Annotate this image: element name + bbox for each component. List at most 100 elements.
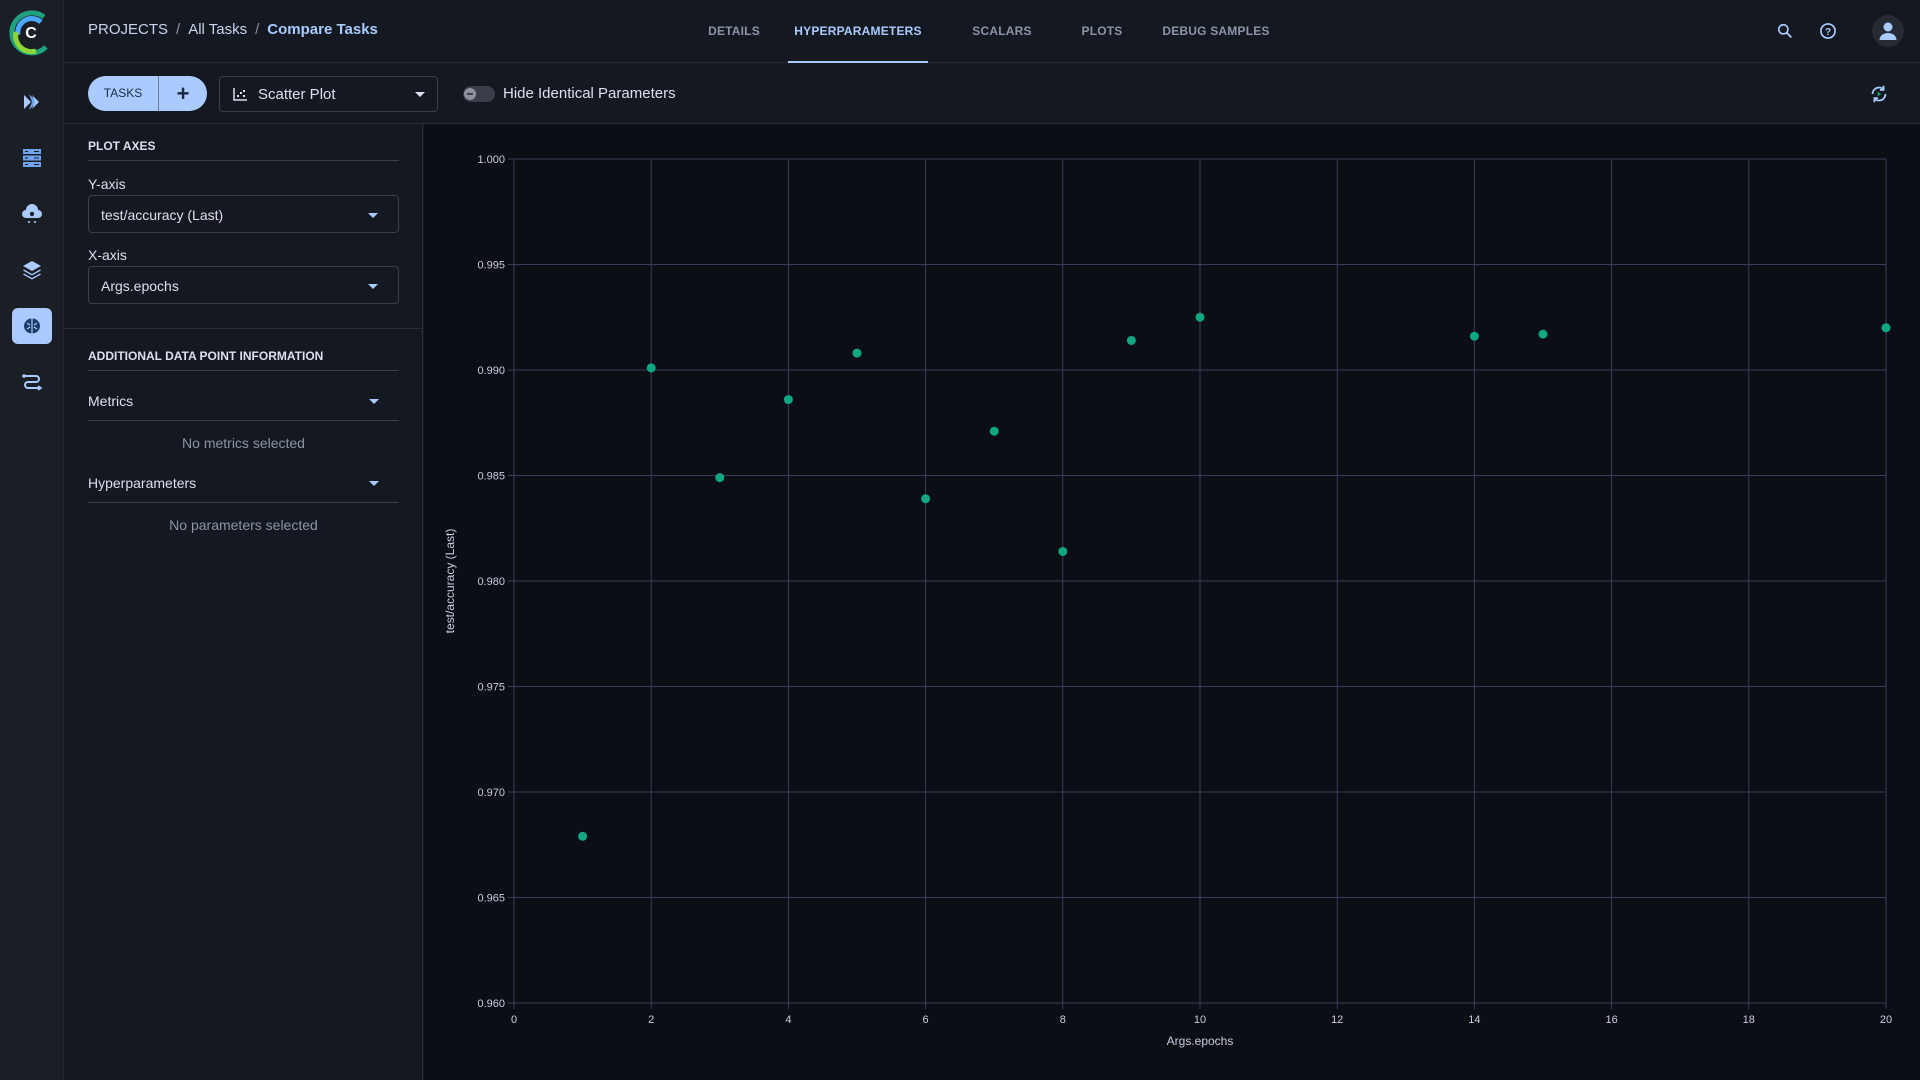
scatter-point	[1881, 323, 1891, 333]
x-tick-labels: 0 2 4 6 8 10 12 14 16 18 20	[511, 1014, 1892, 1026]
hide-identical-label: Hide Identical Parameters	[503, 85, 676, 102]
user-avatar-icon	[1879, 22, 1897, 40]
sidebar-item-datasets[interactable]	[12, 140, 52, 176]
tab-debug-samples[interactable]: DEBUG SAMPLES	[1160, 0, 1272, 63]
x-axis-value: Args.epochs	[101, 278, 179, 294]
tab-details[interactable]: DETAILS	[696, 0, 772, 63]
help-button[interactable]: ?	[1816, 19, 1840, 43]
plot-type-value: Scatter Plot	[258, 85, 336, 103]
divider	[88, 370, 399, 371]
additional-info-title: ADDITIONAL DATA POINT INFORMATION	[88, 349, 324, 363]
x-tick-label: 12	[1331, 1014, 1343, 1026]
metrics-label: Metrics	[88, 393, 134, 409]
brain-experiments-icon	[24, 318, 40, 334]
scatter-plot-area: 0.960 0.965 0.970 0.975 0.980 0.985 0.990 0.995…	[424, 124, 1920, 1080]
x-tick-label: 16	[1605, 1014, 1617, 1026]
y-tick-label: 0.965	[477, 893, 505, 905]
add-task-button[interactable]: +	[159, 76, 207, 111]
tab-scalars[interactable]: SCALARS	[964, 0, 1040, 63]
x-tick-label: 20	[1880, 1014, 1892, 1026]
sidebar-item-pipelines[interactable]	[12, 84, 52, 120]
clearml-logo[interactable]: C	[6, 7, 56, 57]
top-header: PROJECTS / All Tasks / Compare Tasks DET…	[64, 0, 1920, 63]
tasks-button[interactable]: TASKS	[88, 76, 159, 111]
x-axis-select[interactable]: Args.epochs	[88, 266, 399, 304]
sidebar-item-experiments[interactable]	[12, 308, 52, 344]
datasets-server-icon	[23, 149, 41, 167]
scatter-point	[783, 395, 793, 405]
metrics-empty-note: No metrics selected	[182, 435, 305, 451]
y-axis-value: test/accuracy (Last)	[101, 207, 224, 223]
logo-letter: C	[25, 25, 37, 42]
hyperparameters-label: Hyperparameters	[88, 475, 197, 491]
y-axis-title: test/accuracy (Last)	[443, 529, 457, 634]
y-tick-label: 0.980	[477, 576, 505, 588]
y-tick-label: 0.990	[477, 365, 505, 377]
scatter-point	[578, 831, 588, 841]
sidebar-item-models[interactable]	[12, 252, 52, 288]
search-button[interactable]	[1773, 19, 1797, 43]
scatter-point	[989, 426, 999, 436]
scatter-point	[646, 363, 656, 373]
sidebar-item-workflows[interactable]	[12, 364, 52, 400]
x-tick-label: 14	[1468, 1014, 1480, 1026]
user-avatar[interactable]	[1872, 15, 1904, 47]
chevron-down-icon	[368, 284, 378, 289]
toggle-knob	[464, 88, 476, 100]
x-tick-label: 2	[648, 1014, 654, 1026]
scatter-point	[1058, 546, 1068, 556]
y-tick-label: 0.975	[477, 682, 505, 694]
auto-refresh-button[interactable]	[1868, 83, 1890, 105]
settings-panel: PLOT AXES Y-axis test/accuracy (Last) X-…	[64, 124, 423, 1080]
x-tick-label: 10	[1194, 1014, 1206, 1026]
x-tick-label: 0	[511, 1014, 517, 1026]
hide-identical-toggle[interactable]	[463, 86, 495, 102]
tab-hyperparameters[interactable]: HYPERPARAMETERS	[788, 0, 928, 63]
y-tick-label: 1.000	[477, 154, 505, 166]
sidebar: C	[0, 0, 64, 1080]
orchestration-cloud-icon	[22, 204, 42, 223]
breadcrumb-compare-tasks: Compare Tasks	[267, 21, 378, 38]
search-icon	[1777, 23, 1792, 38]
y-axis-select[interactable]: test/accuracy (Last)	[88, 195, 399, 233]
plot-type-select[interactable]: Scatter Plot	[219, 76, 438, 112]
breadcrumb: PROJECTS / All Tasks / Compare Tasks	[88, 21, 378, 38]
scatter-point	[1469, 331, 1479, 341]
breadcrumb-separator: /	[176, 21, 181, 38]
scatter-point	[1126, 335, 1136, 345]
hyperparameters-accordion[interactable]: Hyperparameters	[88, 463, 399, 503]
scatter-point	[921, 494, 931, 504]
y-axis-label: Y-axis	[88, 176, 126, 192]
breadcrumb-separator: /	[255, 21, 260, 38]
y-tick-label: 0.960	[477, 998, 505, 1010]
chevron-down-icon	[415, 92, 425, 97]
metrics-accordion[interactable]: Metrics	[88, 381, 399, 421]
workflow-route-icon	[22, 374, 43, 391]
compare-toolbar: TASKS + Scatter Plot Hide Identical Para…	[64, 63, 1920, 124]
refresh-play-icon	[1871, 85, 1887, 103]
chevron-down-icon	[368, 213, 378, 218]
hyperparameters-empty-note: No parameters selected	[169, 517, 318, 533]
pipelines-arrow-icon	[24, 94, 39, 110]
breadcrumb-projects[interactable]: PROJECTS	[88, 21, 168, 38]
scatter-point	[852, 348, 862, 358]
scatter-chart[interactable]: 0.960 0.965 0.970 0.975 0.980 0.985 0.990 0.995…	[424, 124, 1920, 1080]
data-points	[578, 312, 1891, 841]
y-tick-label: 0.985	[477, 471, 505, 483]
plus-icon: +	[176, 80, 190, 106]
tab-plots[interactable]: PLOTS	[1070, 0, 1134, 63]
layers-icon	[23, 261, 41, 280]
x-axis-title: Args.epochs	[1167, 1034, 1234, 1048]
section-divider	[64, 328, 423, 329]
breadcrumb-all-tasks[interactable]: All Tasks	[188, 21, 247, 38]
y-tick-label: 0.970	[477, 787, 505, 799]
chevron-down-icon	[369, 399, 379, 404]
chevron-down-icon	[369, 481, 379, 486]
scatter-point	[1538, 329, 1548, 339]
sidebar-item-orchestration[interactable]	[12, 196, 52, 232]
plot-axes-title: PLOT AXES	[88, 139, 156, 153]
x-tick-label: 8	[1060, 1014, 1066, 1026]
x-axis-label: X-axis	[88, 247, 127, 263]
scatter-point	[715, 473, 725, 483]
y-tick-label: 0.995	[477, 260, 505, 272]
